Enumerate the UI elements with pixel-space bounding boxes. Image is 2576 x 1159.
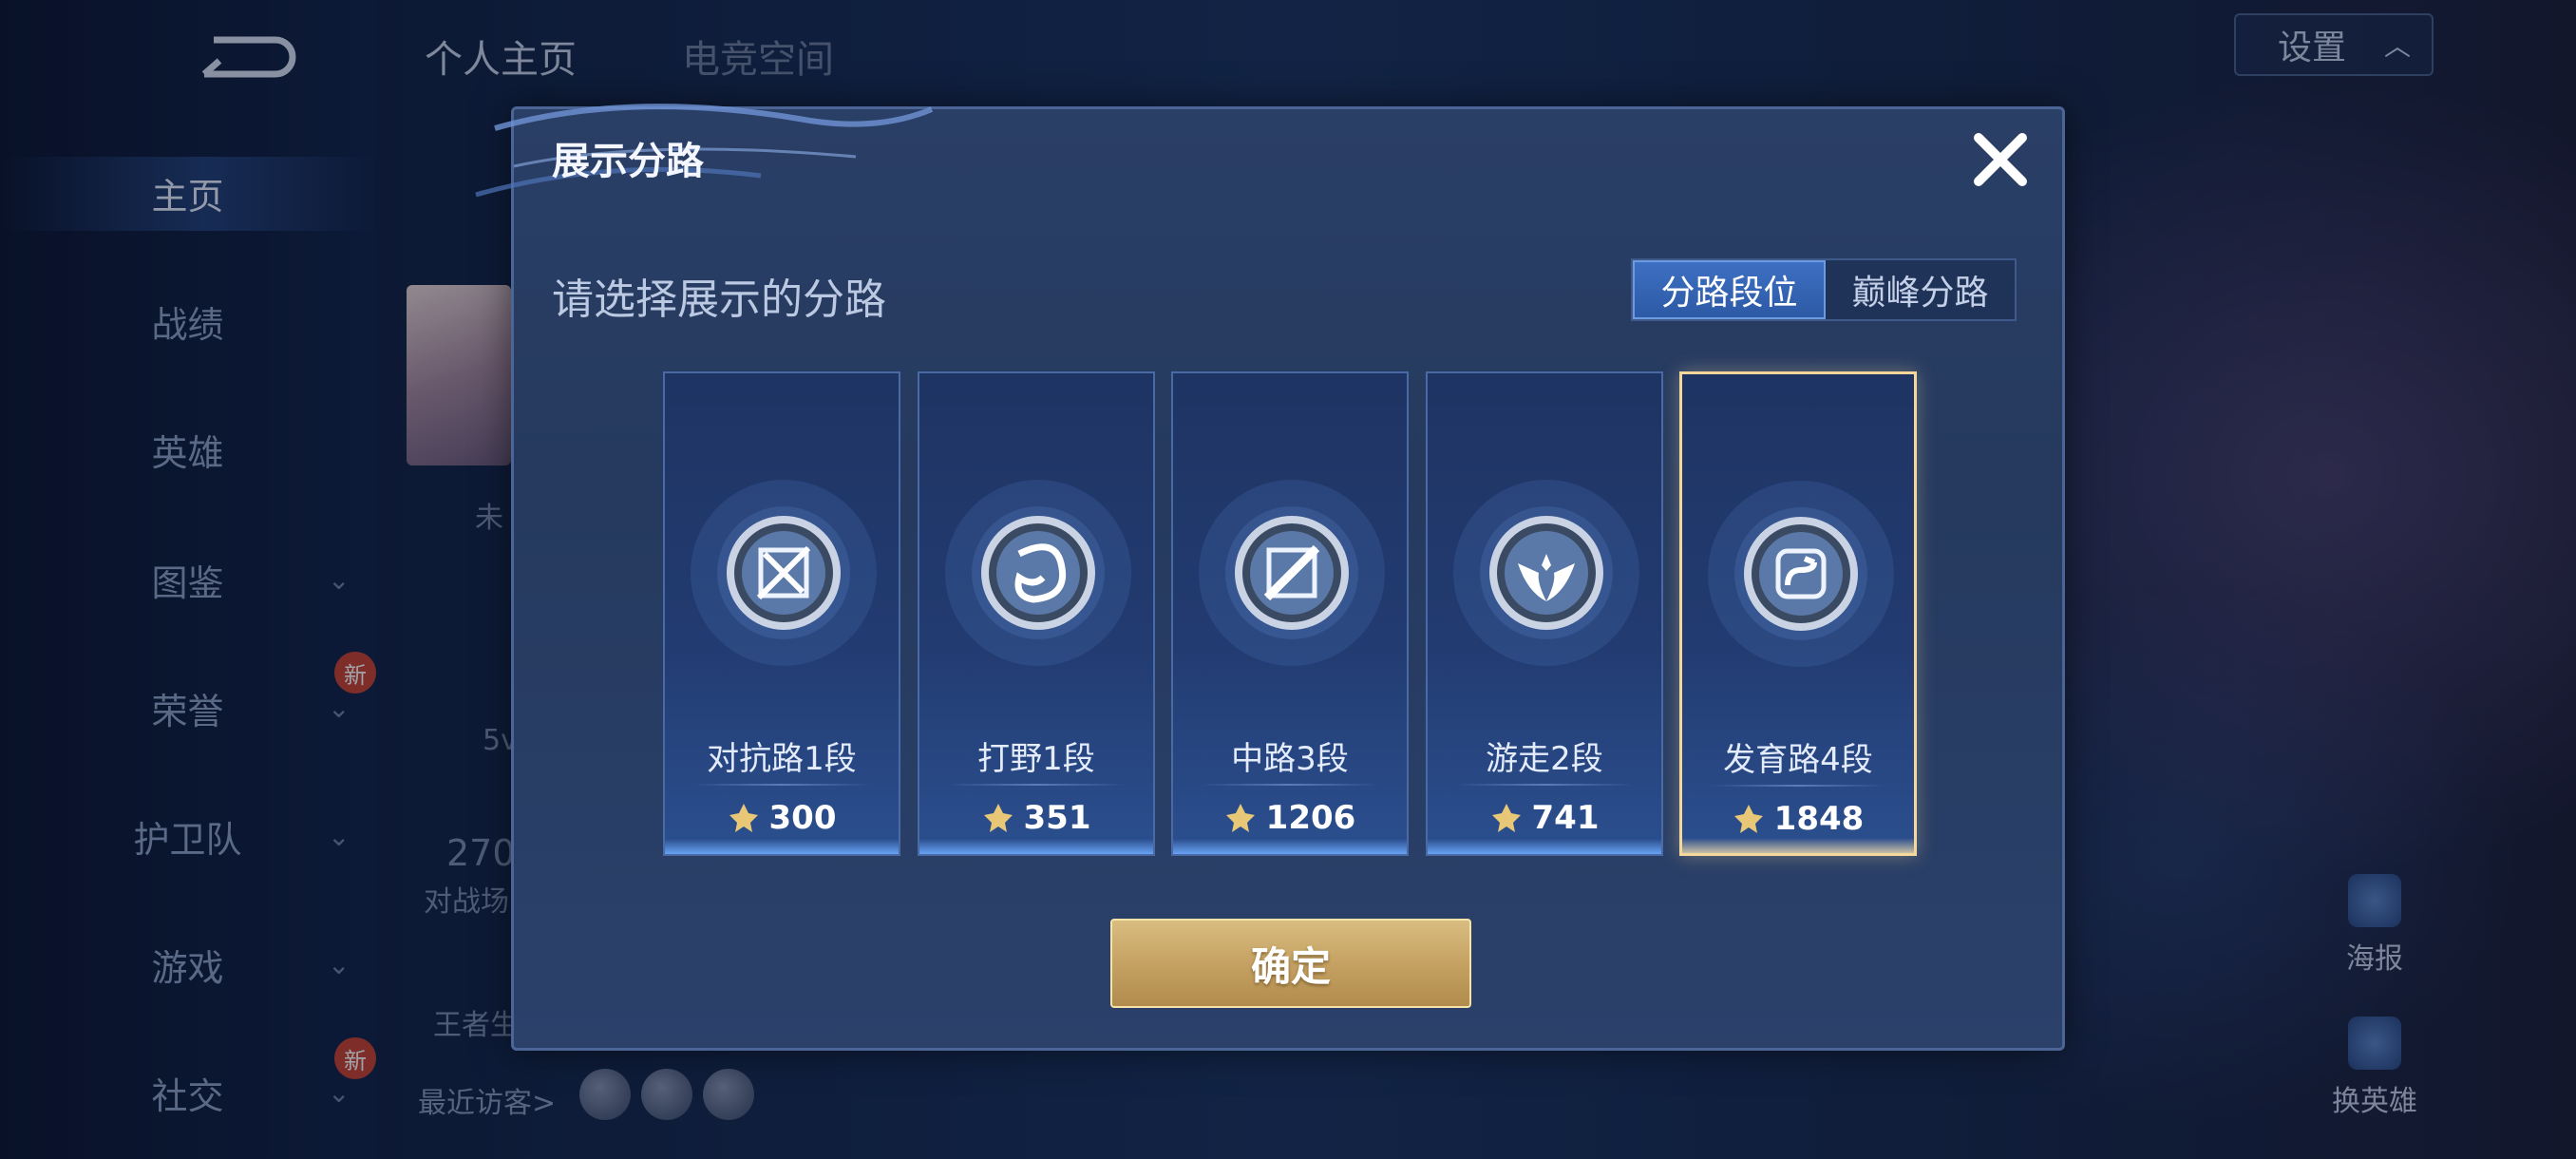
score-icon (1225, 804, 1255, 832)
modal-subtitle: 请选择展示的分路 (552, 276, 886, 324)
divider (1711, 785, 1885, 787)
lane-score: 741 (1428, 799, 1661, 837)
lane-score: 1848 (1682, 800, 1914, 838)
lane-score: 351 (919, 799, 1153, 837)
lane-name: 中路3段 (1231, 740, 1349, 778)
score-value: 741 (1531, 799, 1600, 837)
divider (693, 784, 870, 786)
sword-emblem-icon (689, 478, 879, 668)
lane-mode-segment: 分路段位 巅峰分路 (1631, 258, 2017, 321)
lane-name: 打野1段 (977, 740, 1095, 778)
score-value: 351 (1023, 799, 1091, 837)
divider (1202, 784, 1378, 786)
score-value: 1848 (1773, 800, 1865, 838)
arrow-emblem-icon (1706, 479, 1896, 669)
score-value: 1206 (1265, 799, 1356, 837)
lane-score: 300 (665, 799, 899, 837)
score-icon (1733, 805, 1763, 833)
confirm-button[interactable]: 确定 (1110, 919, 1471, 1008)
header-swirl-decoration (475, 104, 934, 198)
dragon-emblem-icon (943, 478, 1133, 668)
close-icon (1974, 133, 2027, 186)
close-button[interactable] (1967, 126, 2034, 193)
lane-display-modal: 展示分路 请选择展示的分路 分路段位 巅峰分路 对抗路1段 300 打野1段 3… (475, 104, 2065, 1051)
divider (1456, 784, 1633, 786)
lane-name: 游走2段 (1486, 740, 1603, 778)
score-icon (1491, 804, 1521, 832)
segment-lane-rank[interactable]: 分路段位 (1633, 260, 1826, 319)
lane-name: 对抗路1段 (707, 740, 857, 778)
score-icon (983, 804, 1013, 832)
lane-card-top[interactable]: 对抗路1段 300 (663, 371, 900, 856)
lane-card-roam[interactable]: 游走2段 741 (1426, 371, 1663, 856)
modal-title: 展示分路 (552, 140, 704, 183)
lane-card-farm[interactable]: 发育路4段 1848 (1679, 371, 1917, 856)
wings-emblem-icon (1451, 478, 1641, 668)
lane-card-mid[interactable]: 中路3段 1206 (1171, 371, 1409, 856)
staff-emblem-icon (1197, 478, 1387, 668)
divider (948, 784, 1125, 786)
lane-card-jungle[interactable]: 打野1段 351 (918, 371, 1155, 856)
score-icon (729, 804, 758, 832)
score-value: 300 (768, 799, 837, 837)
segment-peak-lane[interactable]: 巅峰分路 (1826, 260, 2015, 319)
lane-name: 发育路4段 (1723, 741, 1873, 779)
lane-score: 1206 (1173, 799, 1407, 837)
lane-cards: 对抗路1段 300 打野1段 351 中路3段 1206 游走2段 741 发育… (663, 371, 1917, 858)
